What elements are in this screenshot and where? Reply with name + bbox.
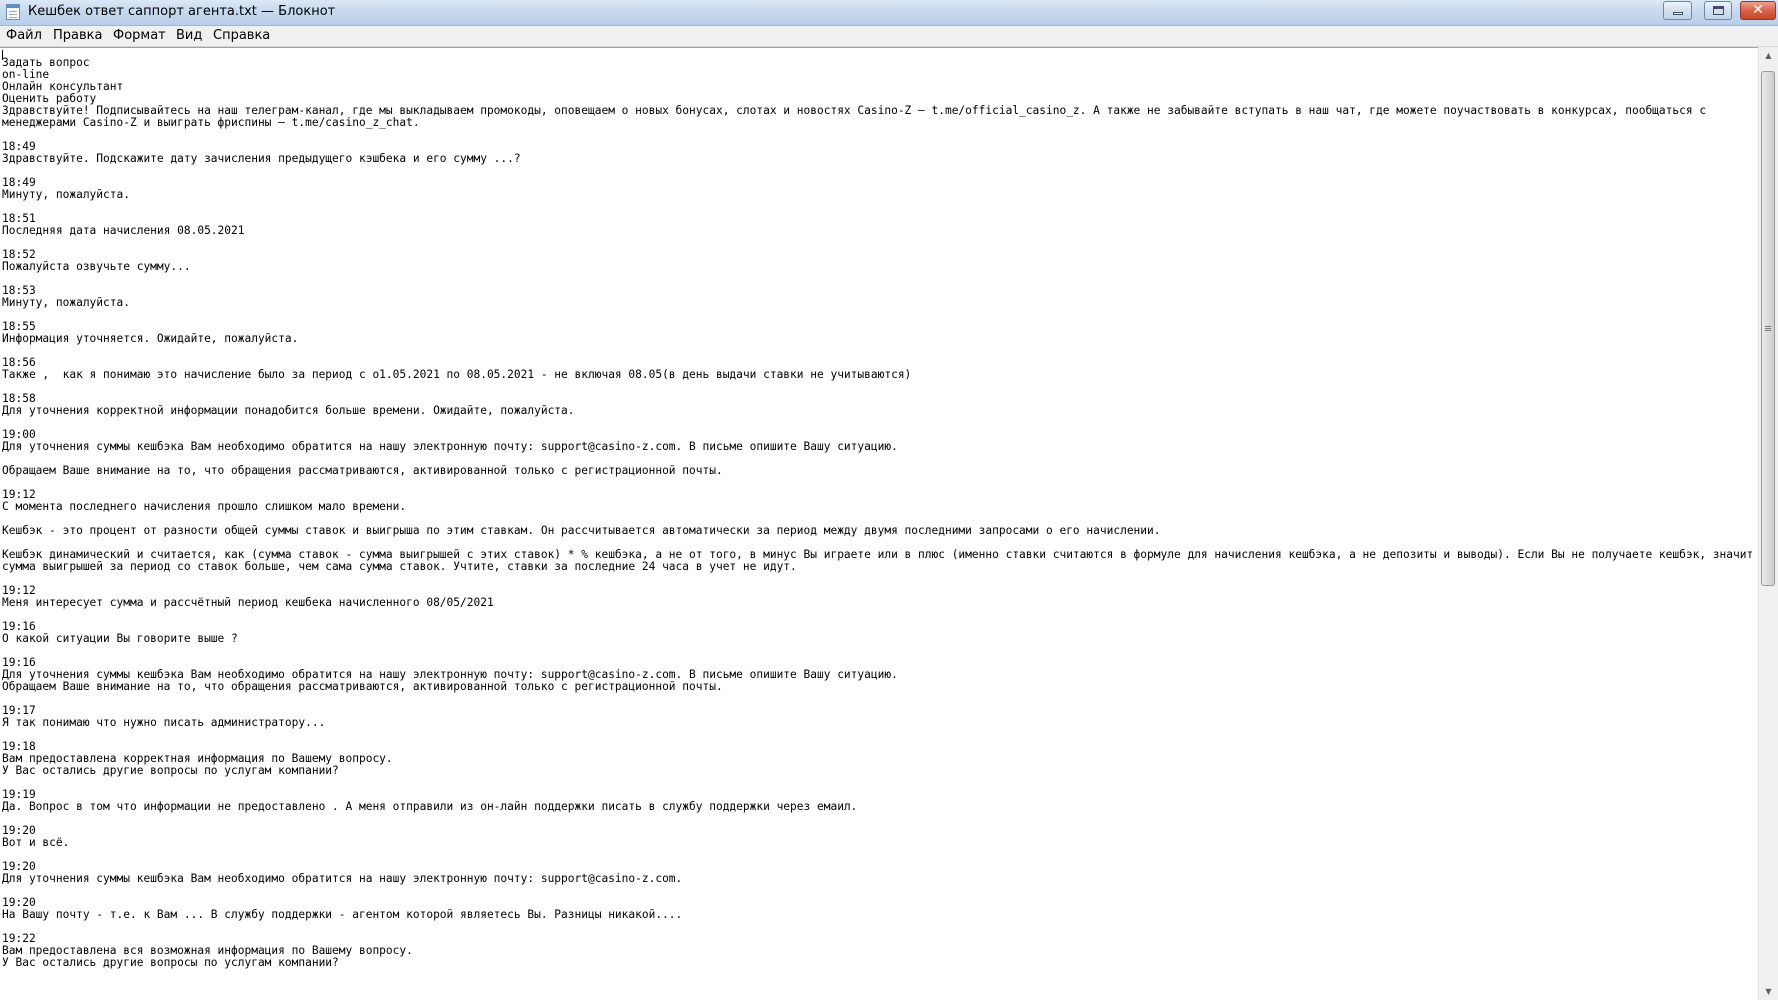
window-title: Кешбек ответ саппорт агента.txt — Блокно… bbox=[28, 4, 336, 19]
menu-file[interactable]: Файл bbox=[6, 28, 42, 43]
close-icon: ✕ bbox=[1752, 2, 1764, 18]
menu-view[interactable]: Вид bbox=[176, 28, 202, 43]
maximize-icon bbox=[1713, 6, 1724, 15]
grip-icon bbox=[1765, 326, 1771, 327]
maximize-button[interactable] bbox=[1704, 1, 1732, 20]
menu-edit[interactable]: Правка bbox=[53, 28, 102, 43]
title-bar[interactable]: Кешбек ответ саппорт агента.txt — Блокно… bbox=[0, 0, 1778, 26]
minimize-button[interactable] bbox=[1663, 1, 1692, 20]
vertical-scrollbar[interactable]: ▲ ▼ bbox=[1758, 47, 1778, 1000]
notepad-app-icon[interactable] bbox=[6, 4, 20, 20]
scroll-up-icon[interactable]: ▲ bbox=[1759, 47, 1778, 64]
scroll-thumb[interactable] bbox=[1761, 71, 1775, 586]
menu-help[interactable]: Справка bbox=[213, 28, 270, 43]
document-text[interactable]: Задать вопрос on-line Онлайн консультант… bbox=[2, 57, 1754, 969]
scroll-down-icon[interactable]: ▼ bbox=[1759, 983, 1778, 1000]
notepad-window: Кешбек ответ саппорт агента.txt — Блокно… bbox=[0, 0, 1778, 1000]
minimize-icon bbox=[1673, 12, 1683, 15]
menu-format[interactable]: Формат bbox=[113, 28, 166, 43]
close-button[interactable]: ✕ bbox=[1740, 1, 1776, 20]
menu-bar: Файл Правка Формат Вид Справка bbox=[0, 26, 1778, 47]
text-editor-area[interactable]: Задать вопрос on-line Онлайн консультант… bbox=[0, 47, 1758, 1000]
